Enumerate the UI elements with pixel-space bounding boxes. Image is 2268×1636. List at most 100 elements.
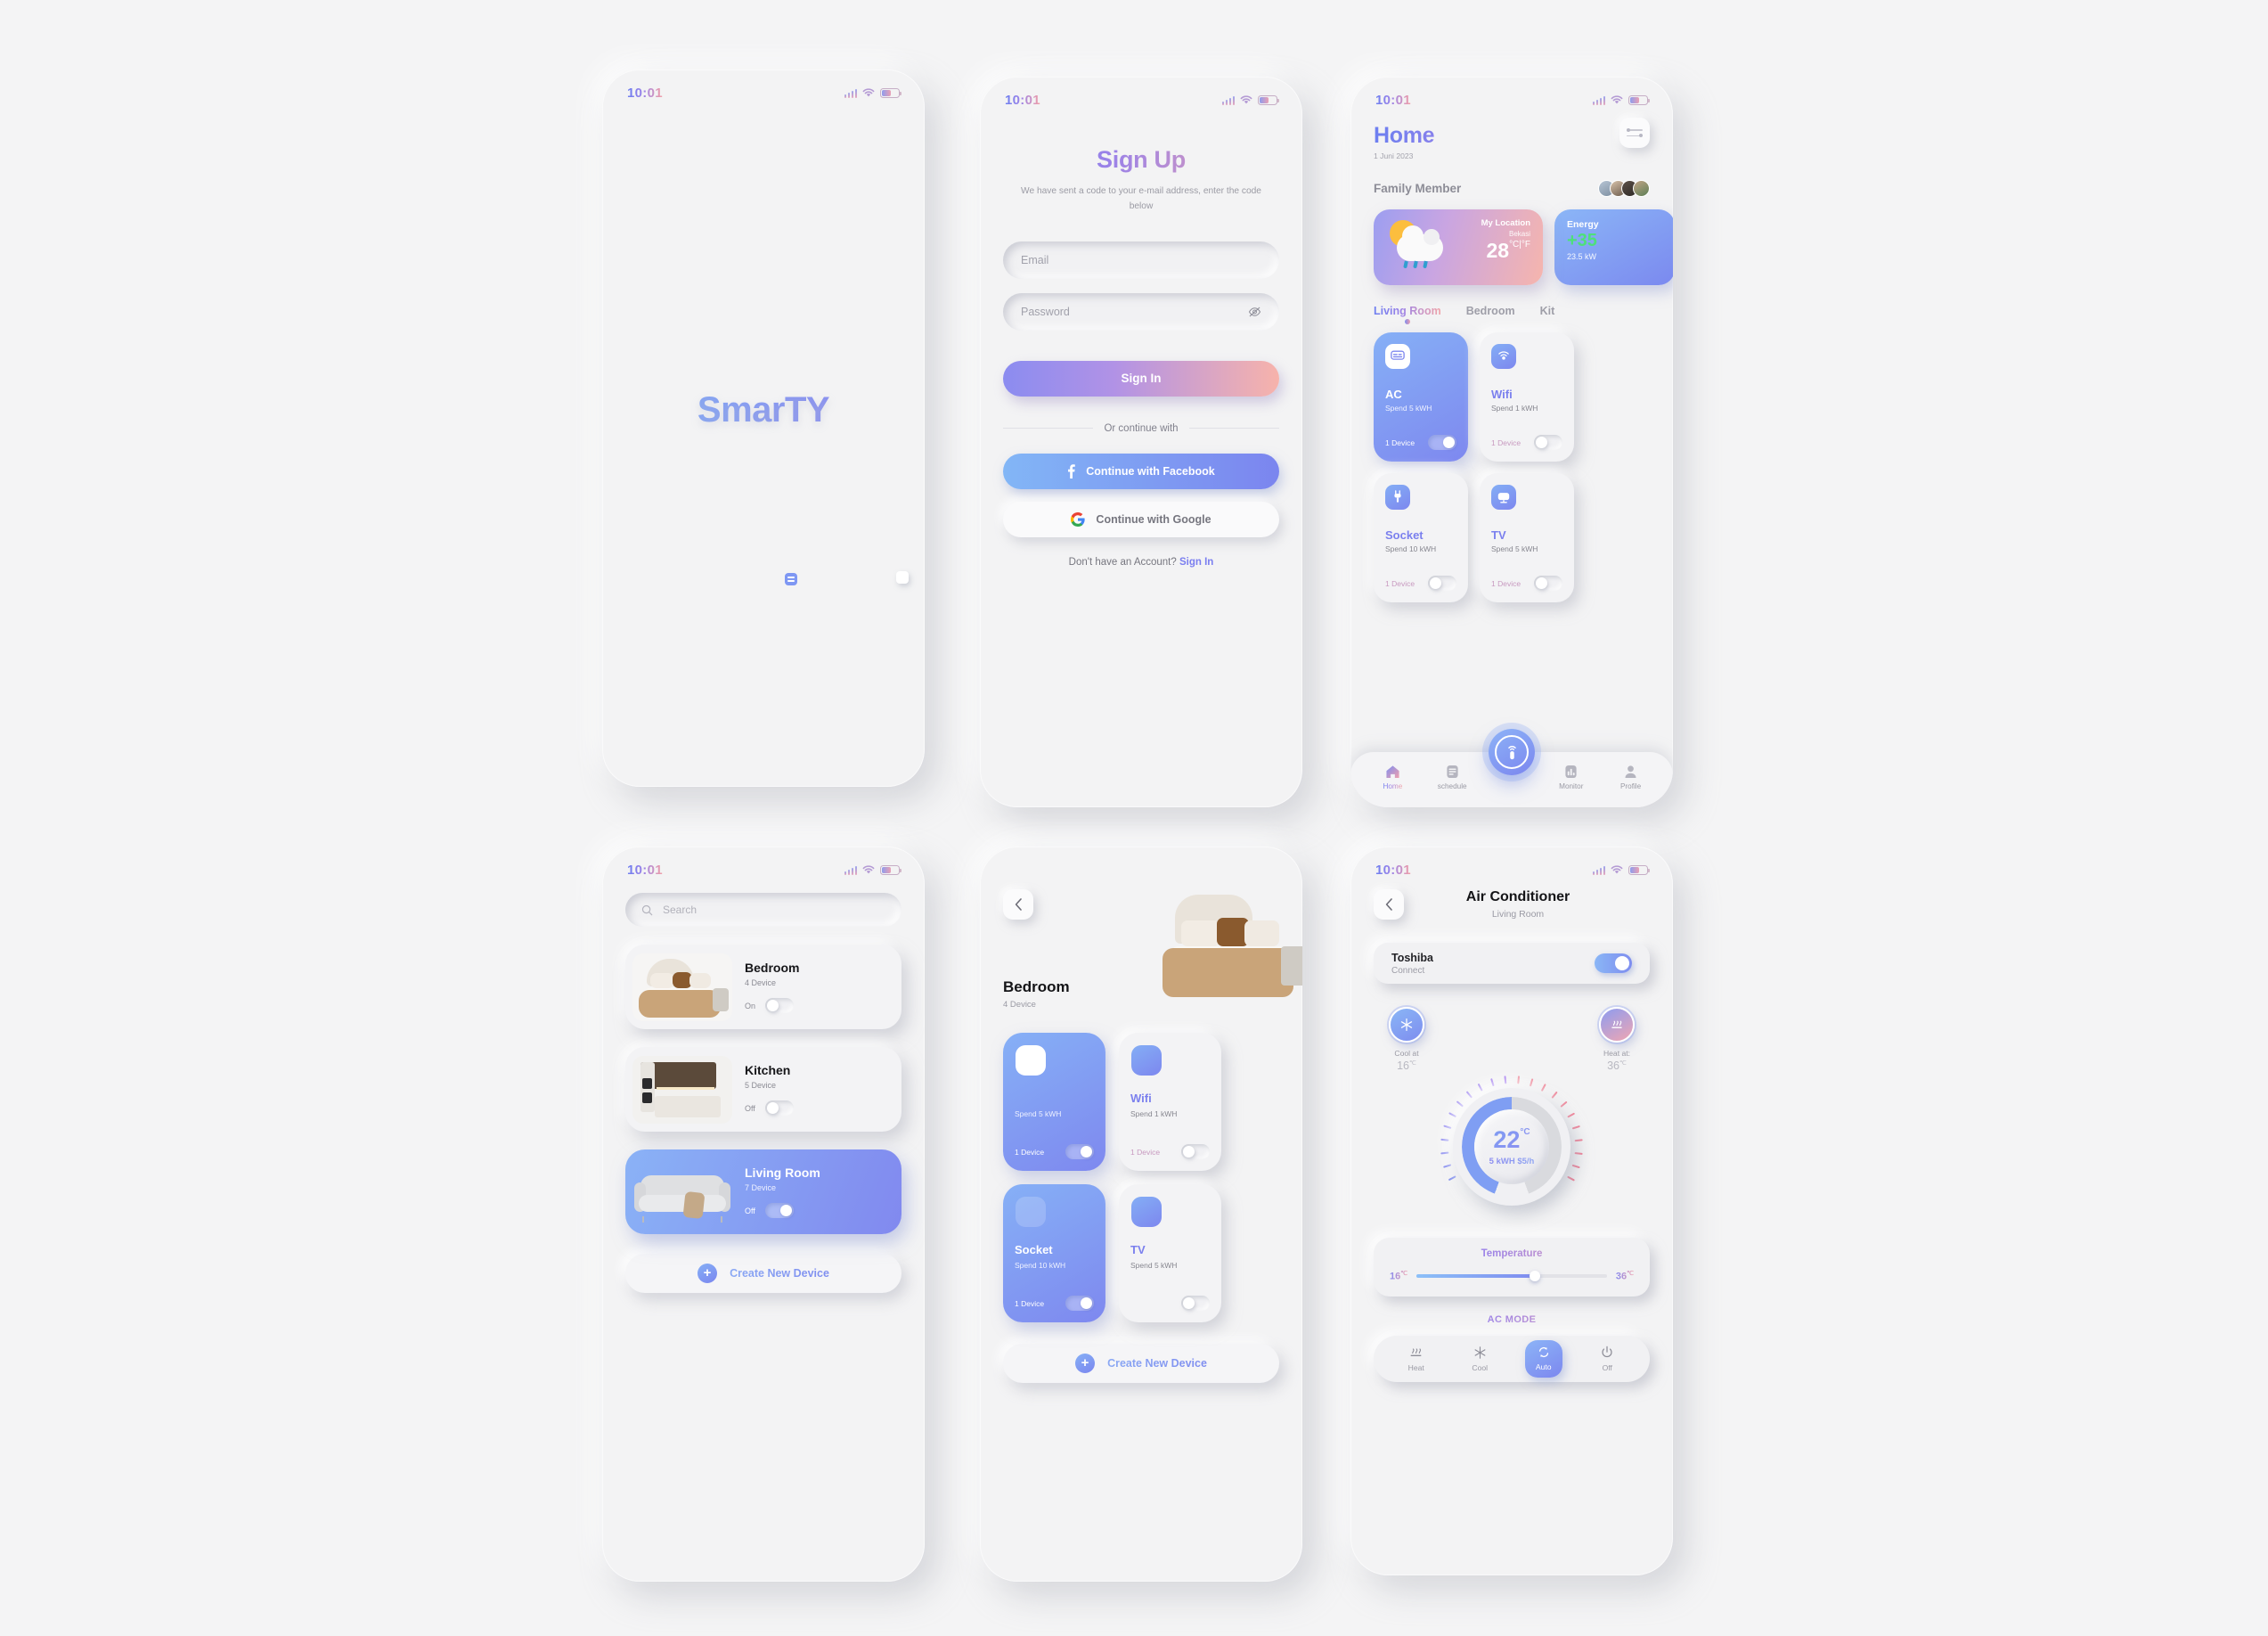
family-avatars[interactable]: [1598, 180, 1650, 197]
cool-at-control[interactable]: Cool at 16℃: [1379, 1007, 1434, 1072]
device-card-ac[interactable]: Spend 5 kWH 1 Device: [1003, 1033, 1105, 1171]
email-field[interactable]: Email: [1003, 241, 1279, 279]
facebook-login-button[interactable]: Continue with Facebook: [1003, 453, 1279, 489]
room-card-bedroom[interactable]: Bedroom 4 Device On: [625, 945, 901, 1029]
password-field[interactable]: Password: [1003, 292, 1279, 331]
nav-item-profile[interactable]: Profile: [1610, 764, 1652, 790]
device-card-wifi[interactable]: Wifi Spend 1 kWH 1 Device: [1119, 1033, 1221, 1171]
google-icon: [1071, 511, 1086, 527]
device-toggle[interactable]: [1428, 435, 1456, 450]
power-toggle[interactable]: [1595, 953, 1632, 973]
tv-icon: [1131, 1197, 1162, 1227]
device-card-socket[interactable]: Socket Spend 10 kWH 1 Device: [1003, 1184, 1105, 1322]
back-button[interactable]: [1374, 889, 1404, 920]
status-icons: [844, 865, 901, 875]
temperature-label: Temperature: [1374, 1248, 1650, 1259]
device-name: Wifi: [1130, 1092, 1152, 1105]
room-info: Kitchen 5 Device Off: [745, 1063, 794, 1116]
device-card-tv[interactable]: TV Spend 5 kWH: [1119, 1184, 1221, 1322]
phone-splash: 10:01 SmarTY: [602, 70, 925, 787]
ac-titles: Air Conditioner Living Room: [1416, 889, 1619, 920]
dial-core: 22°C 5 kWH $5/h: [1474, 1109, 1549, 1185]
ac-header: Air Conditioner Living Room: [1350, 847, 1673, 920]
mode-auto[interactable]: Auto: [1524, 1339, 1562, 1378]
device-toggle[interactable]: [1534, 576, 1562, 591]
status-icons: [1221, 95, 1279, 105]
signal-icon: [1592, 865, 1605, 875]
device-toggle[interactable]: [1428, 576, 1456, 591]
device-name: Wifi: [1491, 388, 1513, 401]
search-placeholder: Search: [663, 904, 698, 916]
monitor-icon: [1563, 764, 1579, 779]
room-toggle[interactable]: [764, 1203, 794, 1218]
weather-widget[interactable]: My Location Bekasi 28°C|°F: [1374, 209, 1543, 285]
living-room-image: [632, 1158, 732, 1226]
tab-bedroom[interactable]: Bedroom: [1466, 305, 1515, 317]
tab-living-room[interactable]: Living Room: [1374, 305, 1441, 317]
google-login-button[interactable]: Continue with Google: [1003, 501, 1279, 537]
tab-kitchen[interactable]: Kit: [1540, 305, 1555, 317]
slider-knob[interactable]: [1529, 1270, 1540, 1281]
mode-off[interactable]: Off: [1588, 1346, 1626, 1372]
device-footer: 1 Device: [1130, 1144, 1210, 1159]
signal-icon: [1221, 95, 1235, 105]
device-toggle[interactable]: [1534, 435, 1562, 450]
settings-sliders-icon[interactable]: [1619, 118, 1650, 148]
device-footer: 1 Device: [1015, 1144, 1094, 1159]
mode-label: Off: [1602, 1362, 1612, 1372]
ac-room-label: Living Room: [1491, 909, 1545, 920]
phone-air-conditioner: 10:01 Air Conditioner Living Room Toshib…: [1350, 847, 1673, 1575]
back-button[interactable]: [1003, 889, 1033, 920]
cool-label: Cool at: [1394, 1049, 1419, 1058]
signin-link[interactable]: Sign In: [1179, 557, 1213, 568]
eye-off-icon[interactable]: [1248, 306, 1261, 317]
room-card-kitchen[interactable]: Kitchen 5 Device Off: [625, 1047, 901, 1132]
device-card-wifi[interactable]: Wifi Spend 1 kWH 1 Device: [1480, 332, 1574, 462]
battery-icon: [880, 88, 901, 98]
mode-heat[interactable]: Heat: [1398, 1346, 1435, 1372]
device-card-socket[interactable]: Socket Spend 10 kWH 1 Device: [1374, 473, 1468, 602]
ac-mode-label: AC MODE: [1350, 1314, 1673, 1325]
plus-icon: +: [698, 1264, 718, 1283]
create-new-device-button[interactable]: + Create New Device: [1003, 1344, 1279, 1383]
remote-control-fab[interactable]: [1489, 729, 1535, 775]
slider-min-value: 16: [1390, 1271, 1401, 1282]
device-spend: Spend 1 kWH: [1491, 404, 1538, 413]
device-toggle[interactable]: [1065, 1144, 1094, 1159]
create-new-device-button[interactable]: + Create New Device: [625, 1254, 901, 1293]
nav-item-monitor[interactable]: Monitor: [1550, 764, 1593, 790]
temperature-dial[interactable]: 22°C 5 kWH $5/h: [1440, 1076, 1583, 1218]
snowflake-icon: [1389, 1007, 1424, 1043]
divider-line-left: [1003, 428, 1094, 429]
device-count: 1 Device: [1491, 578, 1522, 588]
device-spend: Spend 10 kWH: [1015, 1261, 1066, 1270]
heat-unit: ℃: [1619, 1060, 1627, 1067]
room-card-living-room[interactable]: Living Room 7 Device Off: [625, 1149, 901, 1234]
weather-text: My Location Bekasi 28°C|°F: [1481, 218, 1530, 261]
room-toggle[interactable]: [765, 998, 795, 1013]
nav-item-home[interactable]: Home: [1371, 764, 1414, 790]
nav-item-schedule[interactable]: schedule: [1431, 764, 1473, 790]
snowflake-icon: [1473, 1346, 1488, 1360]
slider-min-unit: ℃: [1400, 1271, 1408, 1278]
device-count: 1 Device: [1385, 578, 1415, 588]
device-card-ac[interactable]: AC Spend 5 kWH 1 Device: [1374, 332, 1468, 462]
room-toggle[interactable]: [764, 1100, 794, 1116]
mode-cool[interactable]: Cool: [1461, 1346, 1498, 1372]
brand-connection-bar[interactable]: Toshiba Connect: [1374, 943, 1650, 984]
temperature-slider[interactable]: [1416, 1270, 1607, 1281]
energy-widget[interactable]: Energy +35 23.5 kW: [1554, 209, 1673, 285]
room-device-count: 4 Device: [745, 978, 777, 987]
auto-icon: [1537, 1346, 1551, 1359]
battery-icon: [1258, 95, 1279, 105]
search-input[interactable]: Search: [625, 893, 901, 927]
device-card-tv[interactable]: TV Spend 5 kWH 1 Device: [1480, 473, 1574, 602]
heat-at-control[interactable]: Heat at: 36℃: [1589, 1007, 1644, 1072]
slider-min-label: 16℃: [1390, 1270, 1407, 1282]
device-toggle[interactable]: [1065, 1296, 1094, 1311]
weather-location-label: My Location: [1481, 218, 1530, 228]
sign-in-button[interactable]: Sign In: [1003, 360, 1279, 397]
device-toggle[interactable]: [1181, 1296, 1210, 1311]
status-time: 10:01: [1005, 93, 1040, 108]
device-toggle[interactable]: [1181, 1144, 1210, 1159]
